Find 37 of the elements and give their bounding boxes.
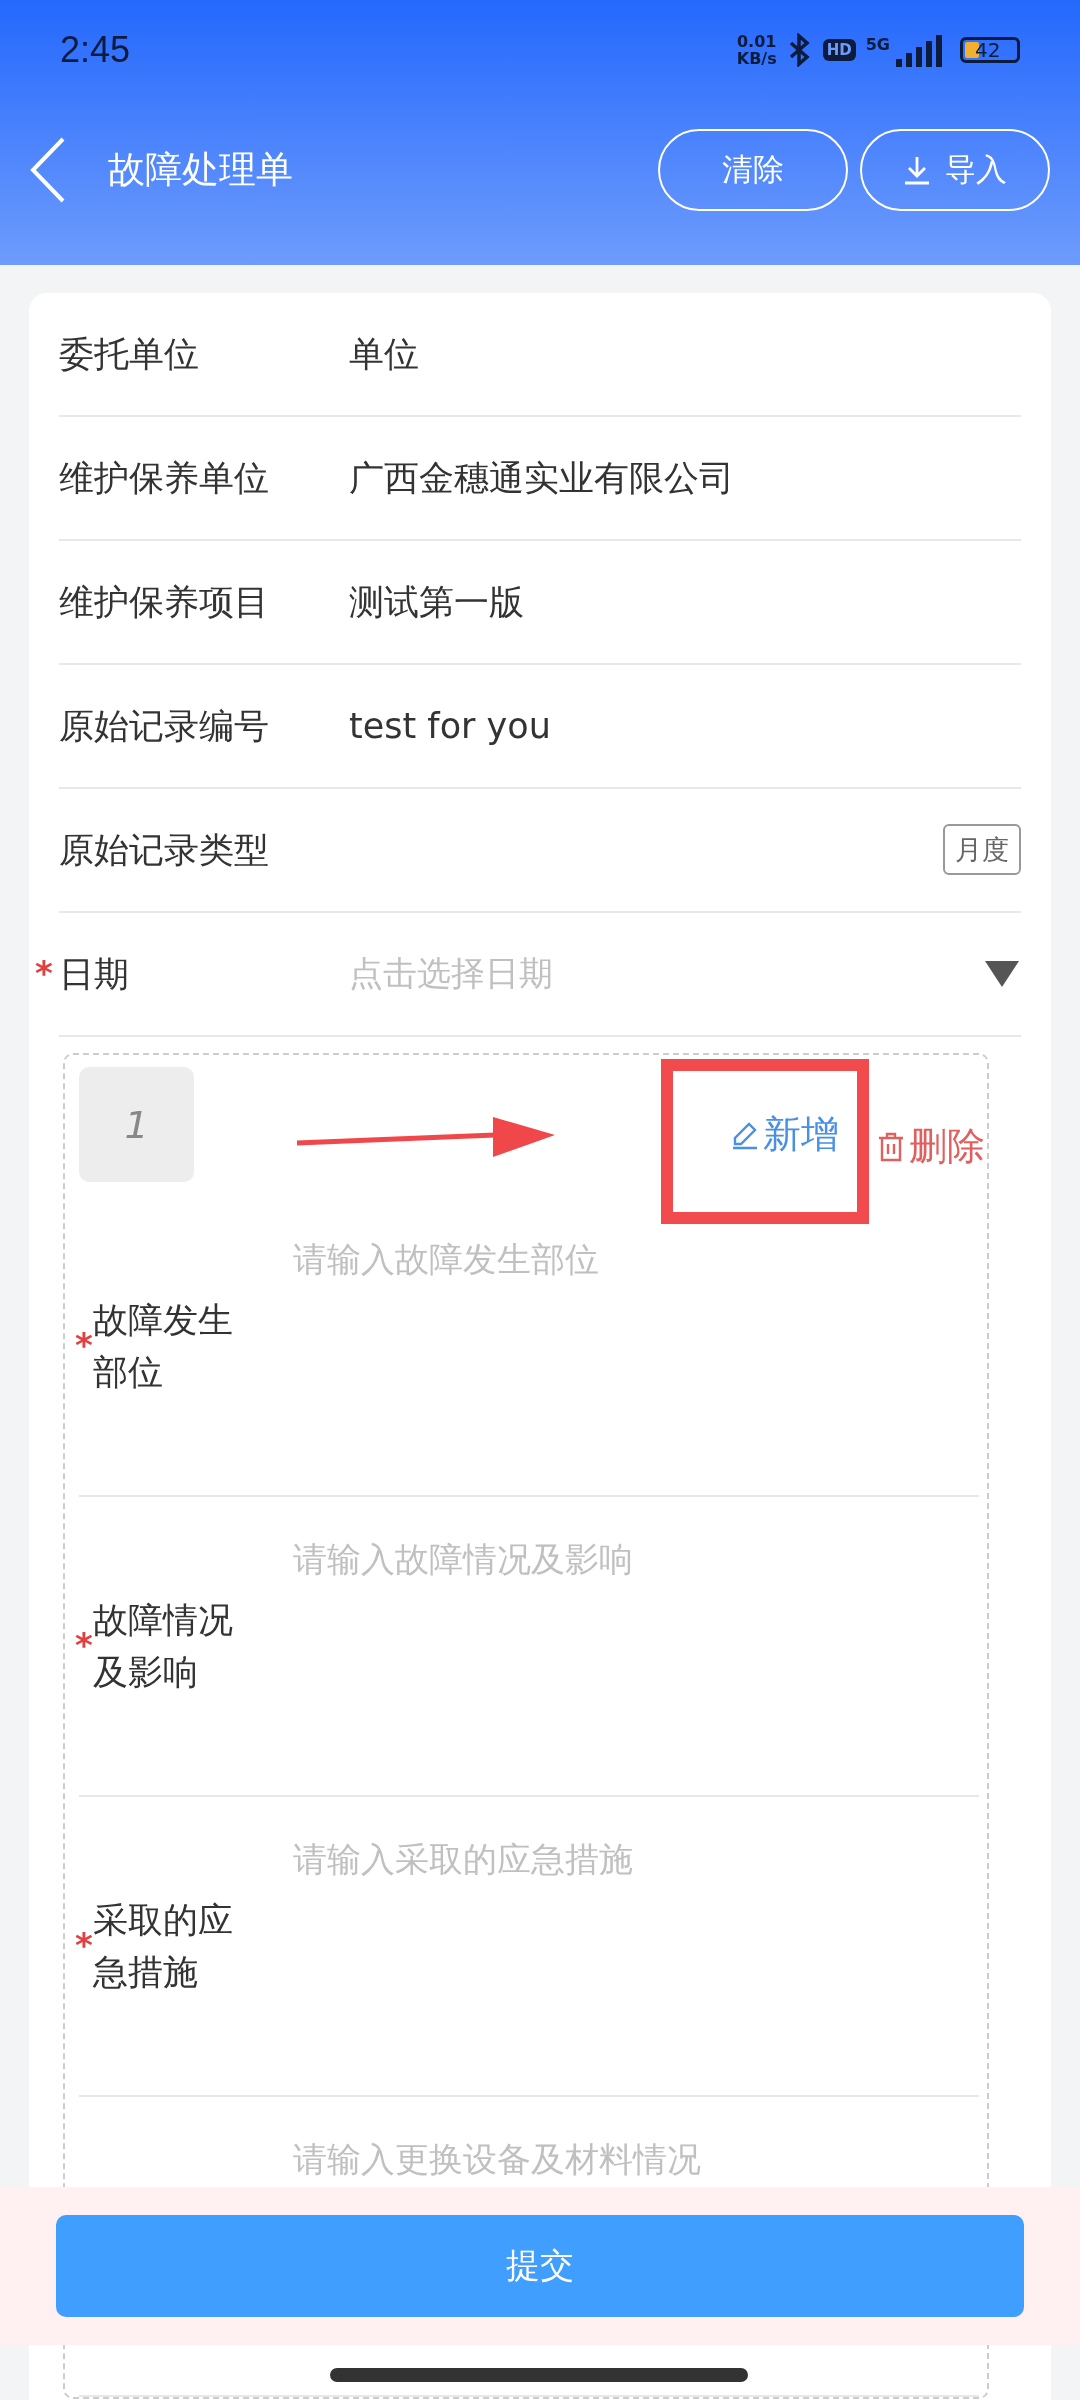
field-label: 采取的应急措施 bbox=[93, 1899, 234, 1994]
network-type: 5G bbox=[865, 35, 890, 54]
field-label: 维护保养项目 bbox=[59, 580, 270, 624]
status-time: 2:45 bbox=[60, 29, 131, 71]
text-area[interactable]: 请输入更换设备及材料情况 bbox=[293, 2137, 701, 2183]
hd-badge: HD bbox=[822, 39, 856, 61]
delete-button[interactable]: 删除 bbox=[877, 1121, 985, 1172]
required-mark: * bbox=[35, 953, 53, 993]
field-value[interactable]: 广西金穗通实业有限公司 bbox=[349, 454, 734, 502]
date-picker[interactable]: 点击选择日期 bbox=[349, 951, 983, 997]
download-icon bbox=[903, 155, 931, 185]
field-value[interactable]: 测试第一版 bbox=[349, 578, 524, 626]
trash-icon bbox=[877, 1130, 905, 1163]
entry-number: 1 bbox=[79, 1067, 194, 1182]
import-button[interactable]: 导入 bbox=[860, 129, 1050, 211]
required-mark: * bbox=[75, 1625, 93, 1665]
required-mark: * bbox=[75, 1325, 93, 1365]
page-title: 故障处理单 bbox=[108, 147, 293, 193]
network-speed: 0.01 KB/s bbox=[736, 33, 777, 67]
text-area[interactable]: 请输入故障情况及影响 bbox=[293, 1537, 633, 1583]
add-button[interactable]: 新增 bbox=[731, 1109, 839, 1160]
field-label: 原始记录编号 bbox=[59, 704, 270, 748]
field-value[interactable]: test for you bbox=[349, 706, 551, 746]
submit-button[interactable]: 提交 bbox=[56, 2215, 1024, 2317]
text-area[interactable]: 请输入故障发生部位 bbox=[293, 1237, 599, 1283]
field-label: 日期 bbox=[59, 952, 130, 996]
field-label: 维护保养单位 bbox=[59, 456, 270, 500]
field-label: 委托单位 bbox=[59, 332, 200, 376]
field-value[interactable]: 单位 bbox=[349, 330, 419, 378]
dropdown-icon[interactable] bbox=[983, 959, 1021, 989]
type-tag[interactable]: 月度 bbox=[943, 824, 1021, 875]
field-label: 故障发生部位 bbox=[93, 1299, 234, 1394]
clear-button[interactable]: 清除 bbox=[658, 129, 848, 211]
field-label: 故障情况及影响 bbox=[93, 1599, 234, 1694]
field-label: 原始记录类型 bbox=[59, 828, 270, 872]
required-mark: * bbox=[75, 1925, 93, 1965]
text-area[interactable]: 请输入采取的应急措施 bbox=[293, 1837, 633, 1883]
